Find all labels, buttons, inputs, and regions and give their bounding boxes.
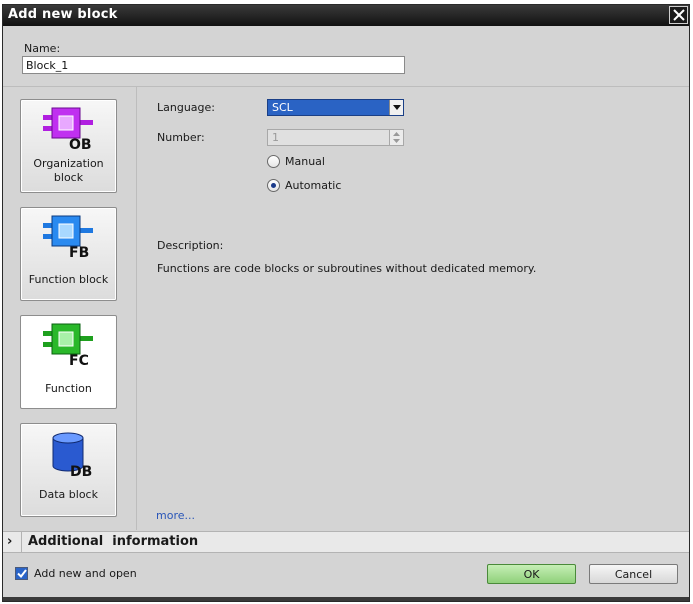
add-new-and-open-checkbox[interactable]: Add new and open: [15, 567, 137, 580]
data-block-label: Data block: [39, 488, 98, 501]
description-label: Description:: [157, 239, 224, 252]
additional-information-label: Additional information: [28, 534, 199, 549]
function-block-button[interactable]: FB Function block: [20, 207, 117, 301]
automatic-radio[interactable]: Automatic: [267, 179, 341, 192]
bottom-edge: [3, 597, 689, 601]
window-title: Add new block: [8, 7, 118, 22]
organization-block-icon: OB: [43, 107, 93, 152]
svg-text:DB: DB: [70, 464, 92, 478]
name-label: Name:: [24, 42, 61, 55]
close-icon: [672, 9, 685, 21]
chevron-right-icon[interactable]: ›: [7, 534, 12, 549]
language-label: Language:: [157, 101, 215, 114]
cancel-button[interactable]: Cancel: [589, 564, 678, 584]
add-new-block-dialog: Add new block Name: OB Organization bloc…: [2, 4, 690, 602]
sidebar-divider: [136, 87, 137, 530]
section-separator: [21, 532, 22, 552]
add-new-and-open-label: Add new and open: [34, 567, 137, 580]
language-select[interactable]: SCL: [267, 99, 404, 116]
organization-block-label: Organization block: [33, 157, 104, 184]
checkbox-checked-icon[interactable]: [15, 567, 28, 580]
additional-information-section[interactable]: › Additional information: [3, 531, 689, 553]
function-button[interactable]: FC Function: [20, 315, 117, 409]
header-divider: [3, 86, 689, 87]
name-input[interactable]: [22, 56, 405, 74]
more-link[interactable]: more...: [156, 509, 195, 522]
function-label: Function: [45, 382, 92, 395]
function-block-label: Function block: [28, 273, 109, 286]
number-value: 1: [272, 131, 279, 144]
data-block-button[interactable]: DB Data block: [20, 423, 117, 517]
svg-text:FC: FC: [69, 353, 89, 368]
automatic-radio-label: Automatic: [285, 179, 342, 192]
svg-text:FB: FB: [69, 245, 89, 260]
ok-button[interactable]: OK: [487, 564, 576, 584]
chevron-down-icon[interactable]: [389, 100, 403, 115]
description-text: Functions are code blocks or subroutines…: [157, 262, 537, 275]
spin-down-icon[interactable]: [390, 137, 403, 144]
function-block-icon: FB: [43, 215, 93, 260]
close-button[interactable]: [669, 6, 688, 24]
svg-text:OB: OB: [69, 137, 92, 152]
number-stepper[interactable]: 1: [267, 129, 404, 146]
language-value: SCL: [272, 101, 293, 114]
radio-circle-selected[interactable]: [267, 179, 280, 192]
radio-circle[interactable]: [267, 155, 280, 168]
number-label: Number:: [157, 131, 205, 144]
manual-radio-label: Manual: [285, 155, 325, 168]
title-bar: Add new block: [3, 5, 689, 26]
manual-radio[interactable]: Manual: [267, 155, 325, 168]
organization-block-button[interactable]: OB Organization block: [20, 99, 117, 193]
function-icon: FC: [43, 323, 93, 368]
data-block-icon: DB: [52, 432, 92, 478]
spin-up-icon[interactable]: [390, 130, 403, 137]
